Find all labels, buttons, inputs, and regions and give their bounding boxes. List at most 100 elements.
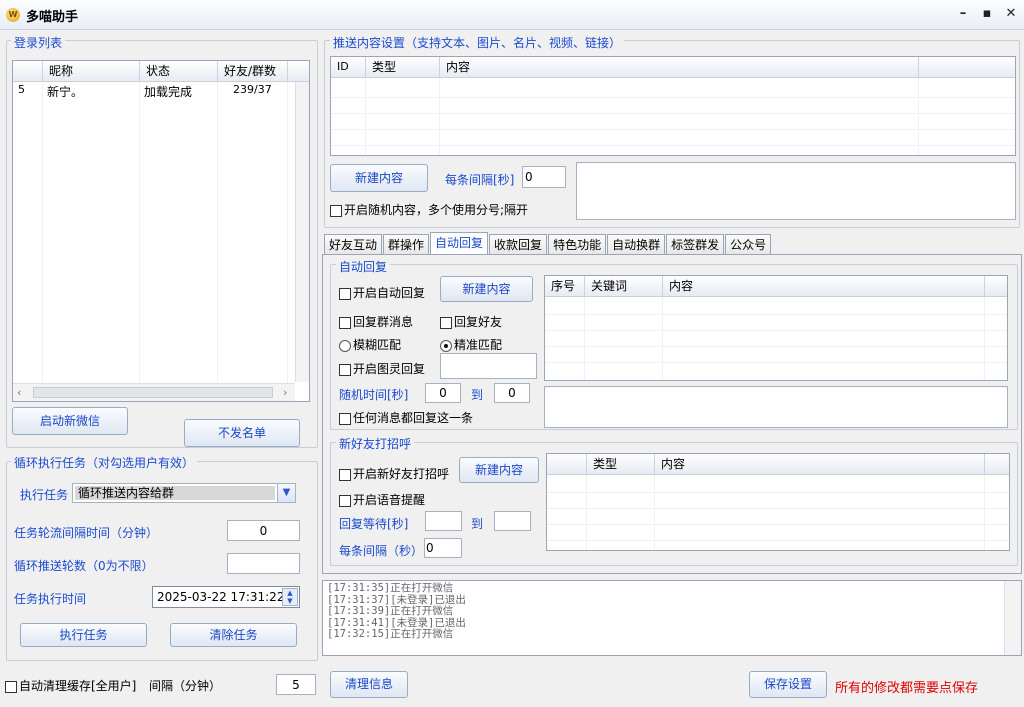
exact-match-radio[interactable]: 精准匹配	[440, 336, 502, 353]
push-col-extra	[919, 57, 1015, 77]
greet-new-content-button[interactable]: 新建内容	[459, 457, 539, 483]
log-line: [17:31:35]正在打开微信	[327, 582, 454, 594]
tab-group-ops[interactable]: 群操作	[383, 234, 430, 255]
enable-auto-reply-checkbox[interactable]: 开启自动回复	[339, 284, 425, 301]
push-col-id: ID	[331, 57, 366, 77]
no-send-list-button[interactable]: 不发名单	[184, 419, 300, 447]
exact-match-label: 精准匹配	[454, 338, 503, 352]
row-status: 加载完成	[144, 85, 193, 99]
push-new-content-button[interactable]: 新建内容	[330, 164, 428, 192]
scroll-thumb[interactable]	[33, 387, 273, 398]
feature-tabs: 好友互动 群操作 自动回复 收款回复 特色功能 自动换群 标签群发 公众号	[324, 232, 772, 255]
login-scroll-v[interactable]	[295, 82, 309, 382]
enable-greet-label: 开启新好友打招呼	[353, 467, 450, 481]
app-logo-icon: W	[6, 8, 20, 22]
loop-task-legend: 循环执行任务（对勾选用户有效）	[11, 454, 198, 471]
log-scrollbar[interactable]	[1004, 581, 1021, 655]
window-title: 多喵助手	[26, 10, 79, 25]
clear-task-button[interactable]: 清除任务	[170, 623, 297, 647]
push-col-type: 类型	[366, 57, 440, 77]
table-row[interactable]: 5 新宁。 加载完成 239/37	[13, 82, 295, 99]
login-table[interactable]: 昵称 状态 好友/群数 5 新宁。 加载完成 239/37 ‹ ›	[12, 60, 310, 402]
reply-group-checkbox[interactable]: 回复群消息	[339, 313, 413, 330]
random-time-to-input[interactable]: 0	[494, 383, 530, 403]
exec-time-picker[interactable]: 2025-03-22 17:31:22 ▲ ▼	[152, 586, 300, 608]
close-button[interactable]: ✕	[1000, 4, 1022, 24]
random-content-checkbox[interactable]: 开启随机内容，多个使用分号;隔开	[330, 201, 528, 218]
title-bar	[0, 0, 1024, 30]
auto-reply-new-content-button[interactable]: 新建内容	[440, 276, 533, 302]
login-col-status: 状态	[140, 61, 218, 81]
enable-auto-reply-label: 开启自动回复	[353, 286, 426, 300]
log-box[interactable]: [17:31:35]正在打开微信 [17:31:37][未登录]已退出 [17:…	[322, 580, 1022, 656]
auto-reply-legend: 自动回复	[336, 258, 391, 275]
greet-table[interactable]: 类型 内容	[546, 453, 1010, 551]
exec-task-select[interactable]: 循环推送内容给群 ▼	[72, 483, 296, 503]
scroll-left-icon[interactable]: ‹	[17, 386, 21, 399]
row-nickname: 新宁。	[47, 85, 84, 99]
auto-reply-preview-box[interactable]	[544, 386, 1008, 428]
log-line: [17:32:15]正在打开微信	[327, 628, 454, 640]
random-time-from-input[interactable]: 0	[425, 383, 461, 403]
tuling-reply-checkbox[interactable]: 开启图灵回复	[339, 360, 425, 377]
login-scroll-h[interactable]: ‹ ›	[13, 383, 295, 401]
enable-greet-checkbox[interactable]: 开启新好友打招呼	[339, 465, 449, 482]
exec-time-value: 2025-03-22 17:31:22	[157, 590, 285, 604]
any-message-reply-checkbox[interactable]: 任何消息都回复这一条	[339, 409, 473, 426]
cache-interval-input[interactable]: 5	[276, 674, 316, 695]
exec-task-label: 执行任务	[20, 488, 69, 502]
push-preview-box[interactable]	[576, 162, 1016, 220]
tab-tag-broadcast[interactable]: 标签群发	[666, 234, 725, 255]
auto-clear-cache-checkbox[interactable]: 自动清理缓存[全用户]	[5, 677, 136, 694]
rounds-input[interactable]	[227, 553, 300, 574]
push-interval-input[interactable]: 0	[522, 166, 566, 188]
each-interval-input[interactable]: 0	[424, 538, 462, 558]
voice-alert-checkbox[interactable]: 开启语音提醒	[339, 491, 425, 508]
login-col-counts: 好友/群数	[218, 61, 288, 81]
exec-time-label: 任务执行时间	[14, 592, 87, 606]
random-content-label: 开启随机内容，多个使用分号;隔开	[344, 203, 529, 217]
tab-auto-reply[interactable]: 自动回复	[430, 232, 489, 255]
auto-clear-cache-label: 自动清理缓存[全用户]	[19, 679, 137, 693]
scroll-right-icon[interactable]: ›	[283, 386, 287, 399]
reply-friend-label: 回复好友	[454, 315, 503, 329]
save-settings-button[interactable]: 保存设置	[749, 671, 827, 698]
tab-friend-interaction[interactable]: 好友互动	[324, 234, 383, 255]
chevron-down-icon[interactable]: ▼	[277, 484, 295, 502]
tuling-key-input[interactable]	[440, 353, 537, 379]
save-notice: 所有的修改都需要点保存	[835, 681, 979, 696]
kw-col-content: 内容	[663, 276, 985, 296]
reply-group-label: 回复群消息	[353, 315, 414, 329]
reply-friend-checkbox[interactable]: 回复好友	[440, 313, 502, 330]
tab-auto-switch-group[interactable]: 自动换群	[607, 234, 666, 255]
interval-input[interactable]: 0	[227, 520, 300, 541]
each-interval-label: 每条间隔（秒）	[339, 544, 424, 558]
clear-info-button[interactable]: 清理信息	[330, 671, 408, 698]
run-task-button[interactable]: 执行任务	[20, 623, 147, 647]
time-spin-icon[interactable]: ▲ ▼	[282, 588, 298, 606]
interval-label: 任务轮流间隔时间（分钟）	[14, 526, 159, 540]
wait-to-input[interactable]	[494, 511, 531, 531]
rounds-label: 循环推送轮数（0为不限）	[14, 559, 154, 573]
row-counts: 239/37	[233, 83, 272, 96]
keyword-table[interactable]: 序号 关键词 内容	[544, 275, 1008, 381]
random-time-to-label: 到	[471, 388, 484, 402]
push-content-legend: 推送内容设置（支持文本、图片、名片、视频、链接）	[330, 34, 625, 51]
push-content-table[interactable]: ID 类型 内容	[330, 56, 1016, 156]
start-wechat-button[interactable]: 启动新微信	[12, 407, 128, 435]
exec-task-value: 循环推送内容给群	[75, 486, 275, 500]
row-id: 5	[18, 83, 25, 96]
fuzzy-match-label: 模糊匹配	[353, 338, 402, 352]
kw-col-keyword: 关键词	[585, 276, 663, 296]
log-line: [17:31:39]正在打开微信	[327, 605, 454, 617]
maximize-button[interactable]: ▪	[976, 4, 998, 24]
tuling-reply-label: 开启图灵回复	[353, 362, 426, 376]
wait-from-input[interactable]	[425, 511, 462, 531]
minimize-button[interactable]: –	[952, 4, 974, 24]
tab-official-account[interactable]: 公众号	[725, 234, 772, 255]
tab-payment-reply[interactable]: 收款回复	[489, 234, 548, 255]
login-col-nickname: 昵称	[43, 61, 140, 81]
tab-special-features[interactable]: 特色功能	[548, 234, 607, 255]
fuzzy-match-radio[interactable]: 模糊匹配	[339, 336, 401, 353]
random-time-label: 随机时间[秒]	[339, 388, 409, 402]
